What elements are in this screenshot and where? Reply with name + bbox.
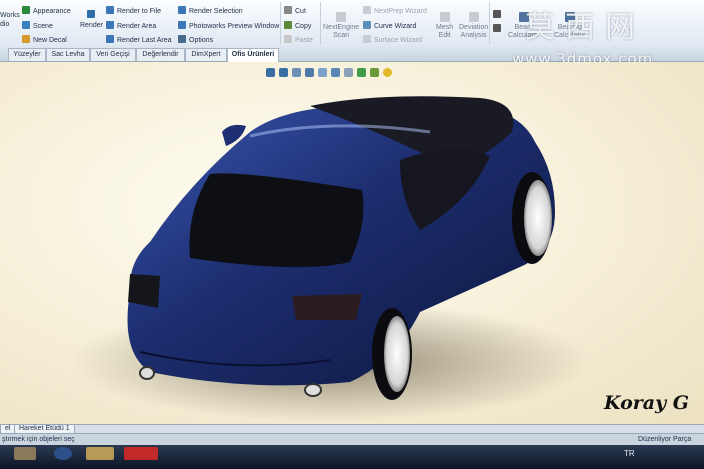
mesh-edit-button[interactable]: Mesh Edit	[436, 12, 453, 40]
paste-icon	[284, 35, 292, 43]
graphics-viewport[interactable]: Koray G	[0, 62, 704, 424]
command-manager-ribbon: Works dio Appearance Scene New Decal Ren…	[0, 0, 704, 48]
preview-window-icon	[178, 21, 186, 29]
windows-taskbar: TR	[0, 445, 704, 469]
mesh-label-1: Mesh	[436, 24, 454, 31]
media-taskbar-icon[interactable]	[54, 447, 72, 460]
deviation-analysis-button[interactable]: Deviation Analysis	[459, 12, 488, 40]
appearance-label: Appearance	[33, 8, 71, 15]
preview-window-label: Photoworks Preview Window	[189, 23, 280, 30]
ribbon-separator	[320, 2, 321, 44]
ribbon-separator	[280, 2, 281, 44]
render-to-file-icon	[106, 6, 114, 14]
photoworks-studio-button[interactable]: Works dio	[0, 11, 20, 29]
tab-veri-gecisi[interactable]: Veri Geçişi	[90, 48, 136, 61]
scene-label: Scene	[33, 23, 53, 30]
cut-button[interactable]: Cut	[284, 6, 306, 16]
nextengine-label-2: Scan	[333, 32, 350, 39]
mesh-label-2: Edit	[438, 32, 451, 39]
render-area-icon	[106, 21, 114, 29]
render-selection-label: Render Selection	[189, 8, 243, 15]
copy-label: Copy	[295, 23, 312, 30]
new-decal-label: New Decal	[33, 37, 67, 44]
paste-button[interactable]: Paste	[284, 35, 313, 45]
curve-icon	[363, 21, 371, 29]
nextprep-wizard-label: NextPrep Wizard	[374, 8, 427, 15]
copy-button[interactable]: Copy	[284, 21, 311, 31]
explorer-taskbar-icon[interactable]	[14, 447, 36, 460]
copy-icon	[284, 21, 292, 29]
rear-wheel	[384, 316, 410, 392]
scene-button[interactable]: Scene	[22, 21, 53, 31]
author-signature: Koray G	[604, 392, 689, 414]
render-last-area-label: Render Last Area	[117, 37, 172, 44]
render-to-file-label: Render to File	[117, 8, 161, 15]
options-label: Options	[189, 37, 214, 44]
right-tail-light	[292, 294, 362, 320]
scanner-icon	[336, 12, 347, 22]
surface-icon	[363, 35, 371, 43]
paste-label: Paste	[295, 37, 313, 44]
mesh-icon	[439, 12, 450, 22]
left-exhaust	[139, 366, 155, 380]
wizard-icon	[363, 6, 371, 14]
surface-wizard-label: Surface Wizard	[374, 37, 422, 44]
deviation-label-1: Deviation	[459, 24, 489, 31]
tab-dimxpert[interactable]: DimXpert	[185, 48, 227, 61]
nextengine-label-1: NextEngine	[323, 24, 360, 31]
right-exhaust	[304, 383, 322, 397]
render-to-file-button[interactable]: Render to File	[106, 6, 161, 16]
render-area-button[interactable]: Render Area	[106, 21, 156, 31]
ribbon-separator	[489, 2, 490, 44]
solidworks-taskbar-icon[interactable]	[124, 447, 158, 460]
photoworks-label-2: dio	[0, 21, 10, 28]
language-indicator[interactable]: TR	[624, 449, 635, 458]
gear-icon[interactable]	[493, 10, 501, 18]
left-tail-light	[128, 274, 160, 308]
preview-window-button[interactable]: Photoworks Preview Window	[178, 21, 279, 31]
render-selection-button[interactable]: Render Selection	[178, 6, 243, 16]
tab-degerlendir[interactable]: Değerlendir	[136, 48, 185, 61]
scissors-icon	[284, 6, 292, 14]
render-button[interactable]: Render	[80, 10, 103, 30]
appearance-button[interactable]: Appearance	[22, 6, 71, 16]
options-button[interactable]: Options	[178, 35, 213, 45]
curve-wizard-label: Curve Wizard	[374, 23, 417, 30]
folder-taskbar-icon[interactable]	[86, 447, 114, 460]
curve-wizard-button[interactable]: Curve Wizard	[363, 21, 416, 31]
front-wheel	[524, 180, 552, 256]
new-decal-button[interactable]: New Decal	[22, 35, 67, 45]
decal-icon	[22, 35, 30, 43]
tab-yuzeyler[interactable]: Yüzeyler	[8, 48, 46, 61]
car-render	[70, 96, 590, 422]
bolt-icon[interactable]	[493, 24, 501, 32]
surface-wizard-button[interactable]: Surface Wizard	[363, 35, 422, 45]
options-icon	[178, 35, 186, 43]
watermark-chinese: 莫西网	[525, 10, 645, 45]
appearance-icon	[22, 6, 30, 14]
render-area-label: Render Area	[117, 23, 157, 30]
tab-sac-levha[interactable]: Sac Levha	[46, 48, 90, 61]
toolbox-icons	[493, 10, 504, 34]
tab-ofis-urunleri[interactable]: Ofis Ürünleri	[227, 48, 279, 62]
render-icon	[87, 10, 96, 18]
cut-label: Cut	[295, 8, 306, 15]
photoworks-label-1: Works	[0, 12, 20, 19]
scene-icon	[22, 21, 30, 29]
deviation-label-2: Analysis	[460, 32, 487, 39]
nextengine-scan-button[interactable]: NextEngine Scan	[323, 12, 359, 40]
render-selection-icon	[178, 6, 186, 14]
rear-window	[189, 173, 364, 268]
deviation-icon	[468, 12, 479, 22]
render-last-area-button[interactable]: Render Last Area	[106, 35, 171, 45]
render-label: Render	[80, 22, 103, 29]
render-last-area-icon	[106, 35, 114, 43]
nextprep-wizard-button[interactable]: NextPrep Wizard	[363, 6, 427, 16]
